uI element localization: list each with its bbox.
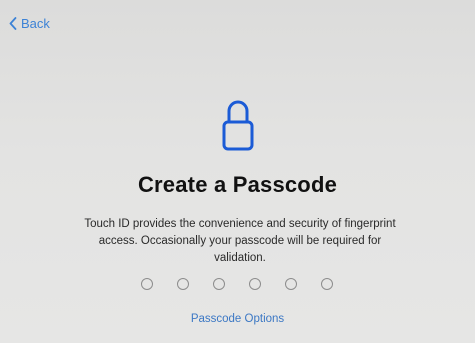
page-title: Create a Passcode — [137, 172, 338, 197]
back-button[interactable]: Back — [9, 16, 50, 31]
passcode-setup-screen: Back Create a Passcode Touch ID provides… — [0, 0, 475, 343]
lock-icon — [222, 100, 254, 151]
passcode-dot — [285, 278, 297, 290]
back-label: Back — [21, 16, 50, 31]
passcode-dot — [321, 278, 333, 290]
passcode-dot — [249, 278, 261, 290]
passcode-dot — [141, 278, 153, 290]
description-text: Touch ID provides the convenience and se… — [84, 218, 396, 264]
passcode-dot — [213, 278, 225, 290]
chevron-left-icon — [9, 17, 17, 30]
passcode-options-link[interactable]: Passcode Options — [0, 313, 475, 325]
passcode-entry-dots[interactable] — [141, 278, 333, 290]
passcode-dot — [177, 278, 189, 290]
